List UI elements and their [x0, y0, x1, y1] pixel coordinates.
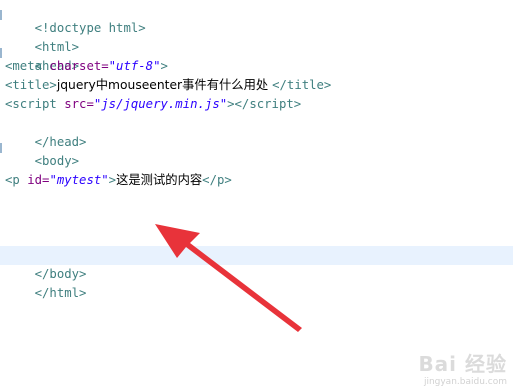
watermark-url: jingyan.baidu.com	[423, 377, 507, 387]
code-editor[interactable]: <!doctype html> <html> <head> <meta char…	[0, 0, 513, 387]
arrow-shape	[155, 224, 302, 332]
watermark-logo: Bai 经验	[418, 352, 507, 376]
red-arrow-icon	[155, 224, 302, 332]
